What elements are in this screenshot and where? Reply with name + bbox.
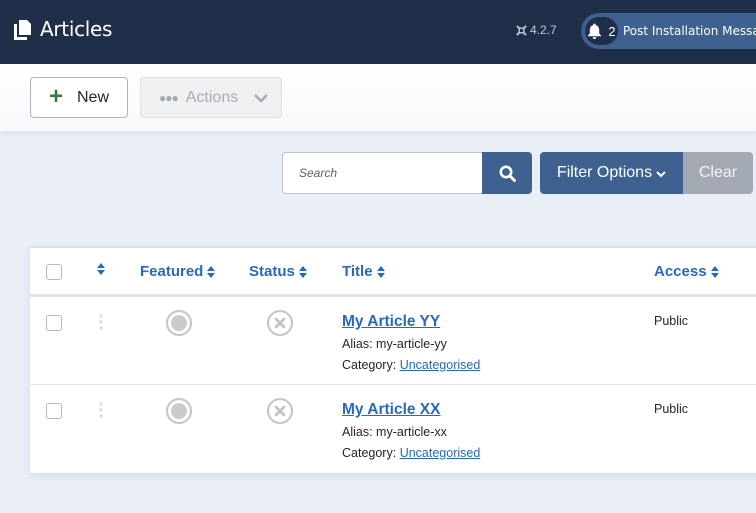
post-installation-messages-button[interactable]: 2 Post Installation Messages — [581, 13, 756, 49]
category-link[interactable]: Uncategorised — [400, 358, 481, 372]
chevron-down-icon — [656, 170, 666, 177]
actions-label: Actions — [185, 88, 239, 106]
article-category: Category: Uncategorised — [342, 446, 481, 460]
actions-dropdown[interactable]: ●●● Actions — [140, 77, 282, 118]
search-icon — [499, 165, 516, 182]
column-access[interactable]: Access — [654, 263, 719, 280]
chevron-down-icon — [254, 94, 268, 103]
plus-icon: + — [48, 82, 63, 110]
unpublished-icon[interactable] — [266, 309, 294, 337]
row-checkbox[interactable] — [46, 315, 62, 331]
page-title: Articles — [40, 17, 113, 41]
unpublished-icon[interactable] — [266, 397, 294, 425]
copy-icon — [14, 20, 31, 40]
category-link[interactable]: Uncategorised — [400, 446, 481, 460]
post-installation-label: Post Installation Messages — [622, 24, 756, 38]
search-input[interactable] — [282, 152, 484, 194]
version-number: 4.2.7 — [530, 23, 557, 37]
unfeatured-icon[interactable] — [165, 397, 193, 425]
select-all-checkbox[interactable] — [46, 264, 62, 280]
drag-handle-icon[interactable] — [99, 314, 103, 330]
column-ordering[interactable] — [97, 263, 105, 275]
ellipsis-icon: ●●● — [159, 90, 179, 105]
top-header: Articles 4.2.7 2 Post Installation Messa… — [0, 0, 756, 64]
version-info: 4.2.7 — [516, 23, 557, 37]
column-status[interactable]: Status — [249, 263, 307, 280]
notification-count: 2 — [608, 23, 616, 39]
bell-icon — [588, 23, 602, 39]
column-title[interactable]: Title — [342, 263, 385, 280]
filter-options-label: Filter Options — [556, 164, 653, 181]
article-alias: Alias: my-article-xx — [342, 425, 447, 439]
articles-table: Featured Status Title Access My Article … — [30, 246, 756, 473]
row-checkbox[interactable] — [46, 403, 62, 419]
sort-icon — [710, 265, 719, 278]
notification-badge: 2 — [585, 17, 618, 45]
table-row: My Article YY Alias: my-article-yy Categ… — [30, 297, 756, 385]
article-access: Public — [654, 314, 689, 328]
sort-icon — [298, 265, 307, 278]
clear-button[interactable]: Clear — [683, 152, 753, 194]
table-header: Featured Status Title Access — [30, 246, 756, 297]
drag-handle-icon[interactable] — [99, 402, 103, 418]
column-featured[interactable]: Featured — [140, 263, 216, 280]
new-button[interactable]: + New — [30, 77, 128, 118]
joomla-icon — [516, 24, 527, 36]
table-row: My Article XX Alias: my-article-xx Categ… — [30, 385, 756, 473]
search-button[interactable] — [482, 152, 532, 194]
new-button-label: New — [77, 88, 110, 106]
article-title-link[interactable]: My Article XX — [342, 401, 441, 419]
sort-icon — [207, 265, 216, 278]
toolbar: + New ●●● Actions — [0, 64, 756, 131]
article-alias: Alias: my-article-yy — [342, 337, 447, 351]
sort-icon — [97, 263, 105, 275]
article-access: Public — [654, 402, 689, 416]
sort-icon — [376, 265, 385, 278]
article-title-link[interactable]: My Article YY — [342, 313, 440, 331]
article-category: Category: Uncategorised — [342, 358, 481, 372]
filter-options-button[interactable]: Filter Options — [540, 152, 683, 194]
unfeatured-icon[interactable] — [165, 309, 193, 337]
